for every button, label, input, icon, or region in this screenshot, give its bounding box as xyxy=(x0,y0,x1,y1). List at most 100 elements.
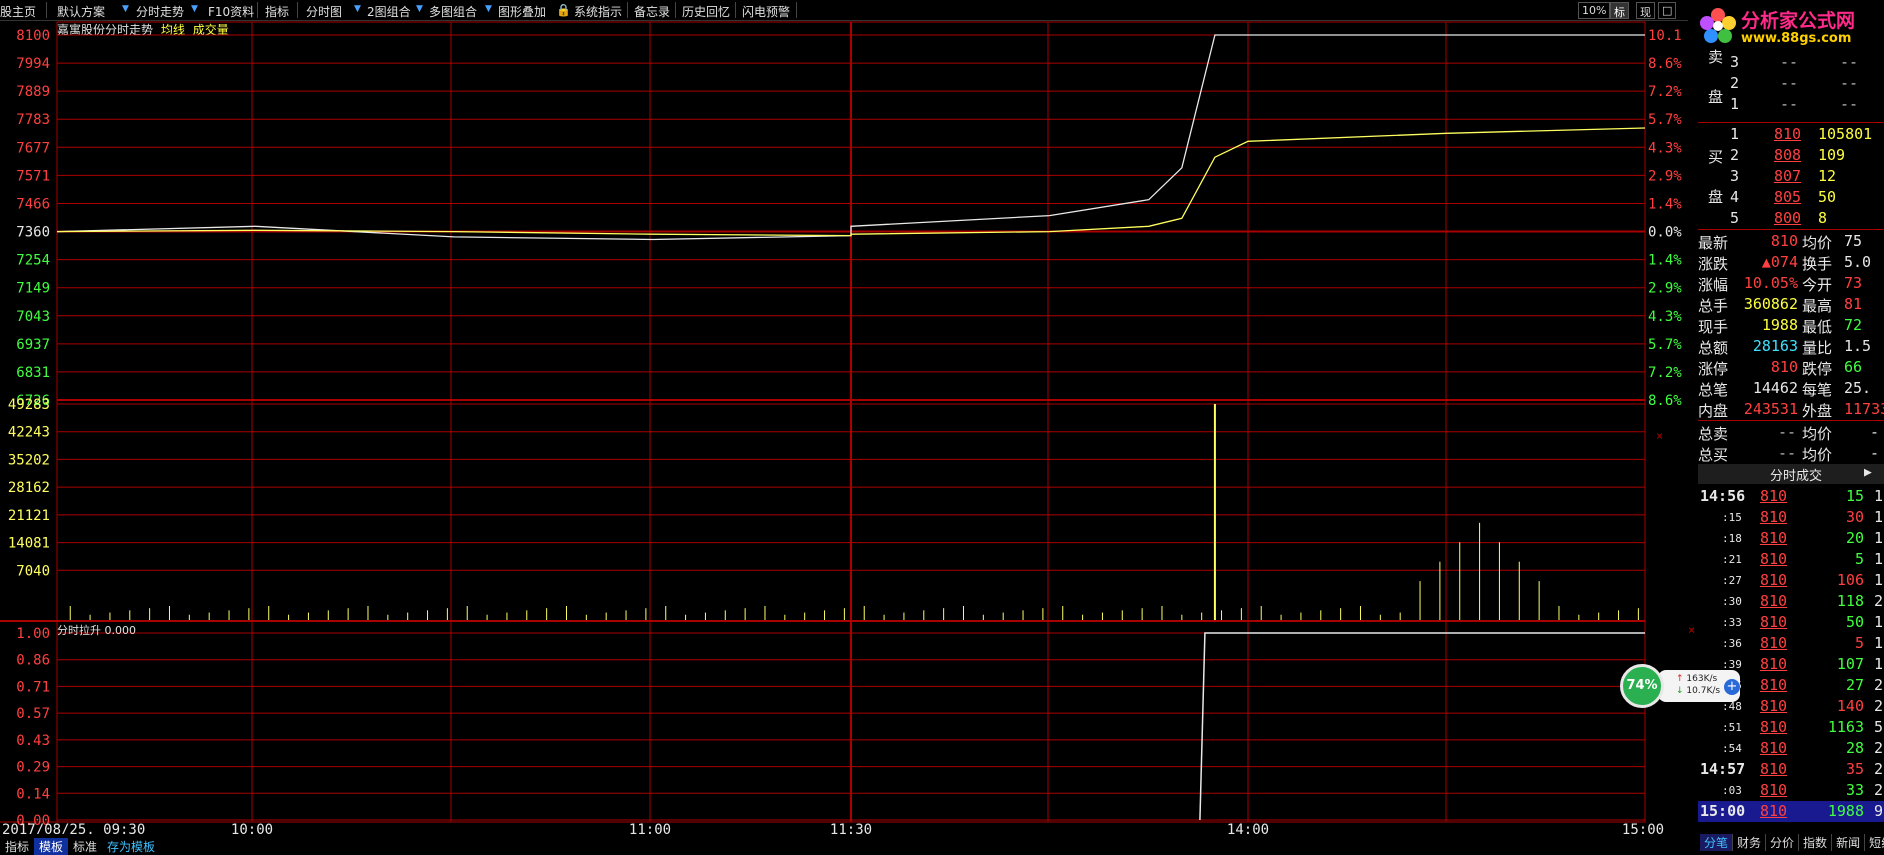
tab-indicator[interactable]: 指标 xyxy=(0,838,34,855)
chart-grid xyxy=(0,21,1646,823)
ask-price: -- xyxy=(1780,53,1799,71)
bid-row[interactable]: 5 800 8 xyxy=(1698,208,1884,229)
trade-count: 2 xyxy=(1874,676,1884,694)
trade-volume: 50 xyxy=(1845,613,1864,631)
pct-tick: 8.6% xyxy=(1648,393,1682,409)
stat-key: 每笔 xyxy=(1802,381,1833,399)
stat-key: 今开 xyxy=(1802,276,1833,294)
stat-value: 73 xyxy=(1844,274,1863,292)
trade-time: :27 xyxy=(1722,574,1742,587)
stat-row: 现手 1988 最低 72 xyxy=(1698,315,1884,336)
stat-value: 5.0 xyxy=(1844,253,1872,271)
tab-standard[interactable]: 标准 xyxy=(68,838,102,855)
price-tick: 7677 xyxy=(16,140,50,156)
down-arrow-icon: ↓ xyxy=(1676,686,1684,696)
network-monitor-widget[interactable]: ↑ 163K/s ↓ 10.7K/s 74% + xyxy=(1620,664,1744,708)
stat-key: 均价 xyxy=(1802,234,1833,252)
volume-tick: 49283 xyxy=(8,397,50,413)
indicator-series xyxy=(1199,632,1645,821)
pct-tick: 2.9% xyxy=(1648,168,1682,184)
logo-url: www.88gs.com xyxy=(1741,31,1852,46)
trade-count: 1 xyxy=(1874,613,1884,631)
stat-key: 跌停 xyxy=(1802,360,1833,378)
side-tab[interactable]: 新闻 xyxy=(1832,834,1866,851)
stat-value: 810 xyxy=(1770,358,1798,376)
trade-volume: 140 xyxy=(1836,697,1864,715)
trade-count: 2 xyxy=(1874,697,1884,715)
price-tick: 7360 xyxy=(16,225,50,241)
trade-row: :18 810 20 1 xyxy=(1698,528,1884,549)
trade-time: :15 xyxy=(1722,511,1742,524)
trade-price: 810 xyxy=(1760,676,1788,694)
side-tab[interactable]: 财务 xyxy=(1733,834,1767,851)
trade-price: 810 xyxy=(1760,592,1788,610)
net-percent[interactable]: 74% xyxy=(1620,664,1664,708)
total-key: 总买 xyxy=(1698,446,1729,464)
total-row: 总买 -- 均价 - xyxy=(1698,443,1884,464)
arrow-right-icon[interactable]: ▶ xyxy=(1864,465,1872,480)
indicator-tick: 0.71 xyxy=(16,679,50,695)
time-tick: 14:00 xyxy=(1227,822,1269,834)
bid-level: 2 xyxy=(1730,146,1740,164)
bid-volume: 8 xyxy=(1818,209,1828,227)
bid-row[interactable]: 3 807 12 xyxy=(1698,166,1884,187)
time-tick: 11:00 xyxy=(629,822,671,834)
stat-row: 总笔 14462 每笔 25. xyxy=(1698,378,1884,399)
trade-row: 15:00 810 1988 98 xyxy=(1698,801,1884,822)
bid-volume: 50 xyxy=(1818,188,1837,206)
trade-row: :03 810 33 2 xyxy=(1698,780,1884,801)
indicator-tick: 0.29 xyxy=(16,760,50,776)
left-bottom-tabs: 指标 模板 标准 存为模板 xyxy=(0,838,160,855)
ask-level: 1 xyxy=(1730,95,1740,113)
stat-value: 243531 xyxy=(1743,400,1798,418)
pct-tick: 7.2% xyxy=(1648,365,1682,381)
side-tab[interactable]: 指数 xyxy=(1799,834,1833,851)
stat-value: 25. xyxy=(1844,379,1872,397)
trade-price: 810 xyxy=(1760,802,1788,820)
trade-count: 1 xyxy=(1874,571,1884,589)
price-tick: 7783 xyxy=(16,112,50,128)
trades-header[interactable]: 分时成交 ▶ xyxy=(1698,464,1884,484)
indicator-tick: 0.86 xyxy=(16,653,50,669)
trade-volume: 106 xyxy=(1836,571,1864,589)
trade-price: 810 xyxy=(1760,634,1788,652)
trade-volume: 1988 xyxy=(1827,802,1864,820)
trade-row: :54 810 28 2 xyxy=(1698,738,1884,759)
ask-price: -- xyxy=(1780,74,1799,92)
ask-row[interactable]: 1 -- -- xyxy=(1698,94,1884,115)
bid-row[interactable]: 4 805 50 xyxy=(1698,187,1884,208)
pct-tick: 0.0% xyxy=(1648,225,1682,241)
side-tab[interactable]: 分价 xyxy=(1766,834,1800,851)
bid-row[interactable]: 1 810 105801 xyxy=(1698,124,1884,145)
indicator-tick: 0.43 xyxy=(16,733,50,749)
price-tick: 7994 xyxy=(16,56,50,72)
trade-price: 810 xyxy=(1760,613,1788,631)
volume-tick: 7040 xyxy=(16,563,50,579)
bid-level: 5 xyxy=(1730,209,1740,227)
ask-row[interactable]: 2 -- -- xyxy=(1698,73,1884,94)
logo-text: 分析家公式网 xyxy=(1741,10,1856,32)
close-icon[interactable]: × xyxy=(1688,623,1695,637)
trade-time: :03 xyxy=(1722,784,1742,797)
price-tick: 7149 xyxy=(16,281,50,297)
tab-template[interactable]: 模板 xyxy=(34,838,69,855)
ask-row[interactable]: 3 -- -- xyxy=(1698,52,1884,73)
side-tab[interactable]: 分笔 xyxy=(1700,834,1734,851)
stat-key: 最高 xyxy=(1802,297,1833,315)
side-tab[interactable]: 短线 xyxy=(1865,834,1884,851)
trade-time: :51 xyxy=(1722,721,1742,734)
trade-time: :21 xyxy=(1722,553,1742,566)
trade-time: 14:57 xyxy=(1700,760,1746,778)
trade-price: 810 xyxy=(1760,508,1788,526)
total-key: 总卖 xyxy=(1698,425,1729,443)
trade-count: 1 xyxy=(1874,634,1884,652)
save-template-link[interactable]: 存为模板 xyxy=(102,838,160,855)
pct-tick: 4.3% xyxy=(1648,140,1682,156)
stat-row: 涨停 810 跌停 66 xyxy=(1698,357,1884,378)
total-value: -- xyxy=(1777,444,1796,462)
plus-icon[interactable]: + xyxy=(1724,679,1740,695)
close-icon[interactable]: × xyxy=(1656,429,1663,443)
bid-volume: 105801 xyxy=(1818,125,1873,143)
bid-row[interactable]: 2 808 109 xyxy=(1698,145,1884,166)
trade-price: 810 xyxy=(1760,739,1788,757)
